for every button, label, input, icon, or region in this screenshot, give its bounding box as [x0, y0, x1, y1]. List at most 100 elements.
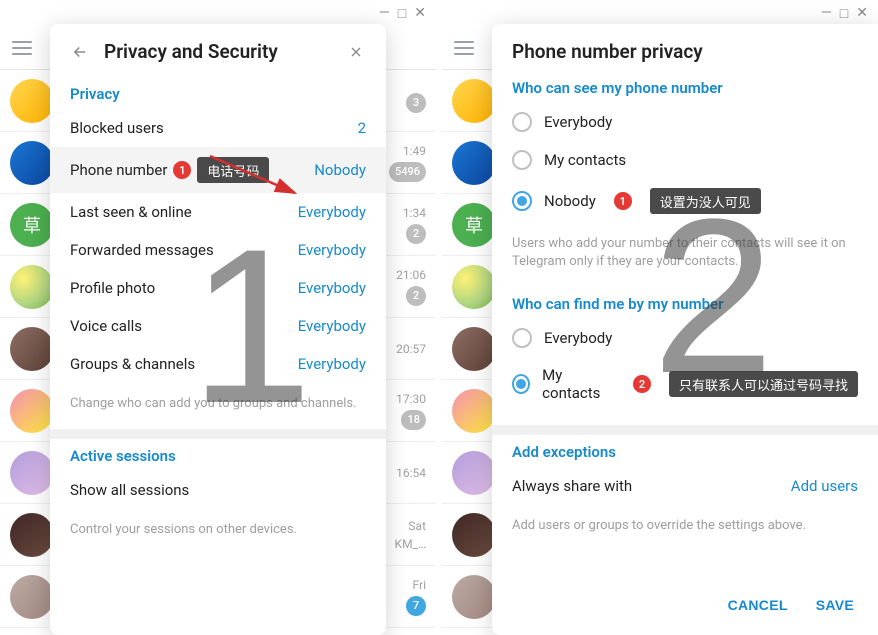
unread-badge: 7: [406, 596, 426, 616]
privacy-detail-sheet: Phone number privacy Who can see my phon…: [492, 24, 878, 635]
item-value: Everybody: [298, 279, 366, 297]
radio-icon: [512, 328, 532, 348]
item-label: Show all sessions: [70, 481, 189, 499]
close-icon[interactable]: [346, 42, 366, 62]
avatar: [10, 79, 54, 123]
close-window-icon[interactable]: ✕: [856, 5, 868, 21]
question-find-number: Who can find me by my number: [492, 287, 878, 319]
item-show-sessions[interactable]: Show all sessions: [50, 471, 386, 509]
annotation-label: 电话号码: [197, 157, 269, 183]
sheet-title: Privacy and Security: [104, 40, 332, 63]
radio-label: Everybody: [544, 329, 612, 347]
chat-time: 16:54: [396, 466, 426, 480]
unread-badge: 3: [406, 93, 426, 113]
section-privacy: Privacy: [50, 77, 386, 109]
annotation-badge: 1: [173, 161, 191, 179]
item-label: Profile photo: [70, 279, 155, 297]
avatar: [452, 327, 496, 371]
chat-time: 1:34: [403, 206, 426, 220]
radio-my-contacts[interactable]: My contacts: [492, 141, 878, 179]
chat-time: 17:30: [396, 392, 426, 406]
minimize-icon[interactable]: —: [821, 5, 832, 21]
question-see-number: Who can see my phone number: [492, 71, 878, 103]
unread-badge: 18: [401, 410, 426, 430]
close-window-icon[interactable]: ✕: [414, 5, 426, 21]
chat-time: Fri: [413, 578, 426, 592]
chat-time: 1:49: [403, 144, 426, 158]
radio-icon: [512, 150, 532, 170]
item-profile-photo[interactable]: Profile photo Everybody: [50, 269, 386, 307]
annotation-label: 设置为没人可见: [650, 188, 761, 214]
avatar: [10, 389, 54, 433]
chat-time: 21:06: [396, 268, 426, 282]
exceptions-hint: Add users or groups to override the sett…: [492, 505, 878, 551]
item-label: Blocked users: [70, 119, 164, 137]
item-blocked-users[interactable]: Blocked users 2: [50, 109, 386, 147]
avatar: [452, 79, 496, 123]
avatar: [10, 575, 54, 619]
menu-icon[interactable]: [12, 41, 32, 55]
item-voice-calls[interactable]: Voice calls Everybody: [50, 307, 386, 345]
item-groups-channels[interactable]: Groups & channels Everybody: [50, 345, 386, 383]
maximize-icon[interactable]: □: [840, 5, 848, 22]
sessions-hint: Control your sessions on other devices.: [50, 509, 386, 555]
sheet-title: Phone number privacy: [512, 40, 858, 63]
item-last-seen[interactable]: Last seen & online Everybody: [50, 193, 386, 231]
see-hint: Users who add your number to their conta…: [492, 223, 878, 287]
radio-label: Nobody: [544, 192, 596, 210]
avatar: [452, 141, 496, 185]
avatar: [10, 327, 54, 371]
chat-time: Sat: [408, 519, 426, 533]
avatar: [452, 451, 496, 495]
section-exceptions: Add exceptions: [492, 435, 878, 467]
save-button[interactable]: SAVE: [816, 597, 854, 613]
annotation-badge: 1: [614, 192, 632, 210]
item-always-share[interactable]: Always share with Add users: [492, 467, 878, 505]
avatar: [452, 265, 496, 309]
privacy-hint: Change who can add you to groups and cha…: [50, 383, 386, 429]
item-value: Everybody: [298, 317, 366, 335]
item-value: Everybody: [298, 203, 366, 221]
avatar: [10, 265, 54, 309]
avatar: [452, 575, 496, 619]
avatar: 草: [10, 203, 54, 247]
avatar: [10, 141, 54, 185]
unread-badge: 5496: [389, 162, 426, 182]
section-sessions: Active sessions: [50, 439, 386, 471]
unread-badge: 2: [406, 286, 426, 306]
radio-find-contacts[interactable]: My contacts 2 只有联系人可以通过号码寻找: [492, 357, 878, 411]
item-label: Phone number: [70, 161, 167, 179]
item-value: Nobody: [314, 161, 366, 179]
maximize-icon[interactable]: □: [398, 5, 406, 22]
unread-badge: 2: [406, 224, 426, 244]
radio-label: Everybody: [544, 113, 612, 131]
avatar: 草: [452, 203, 496, 247]
menu-icon[interactable]: [454, 41, 474, 55]
avatar: [452, 389, 496, 433]
settings-sheet: Privacy and Security Privacy Blocked use…: [50, 24, 386, 635]
item-label: Voice calls: [70, 317, 142, 335]
item-value: 2: [358, 119, 366, 137]
radio-label: My contacts: [542, 366, 615, 402]
item-forwarded[interactable]: Forwarded messages Everybody: [50, 231, 386, 269]
radio-label: My contacts: [544, 151, 626, 169]
item-phone-number[interactable]: Phone number 1 电话号码 Nobody: [50, 147, 386, 193]
avatar: [10, 451, 54, 495]
back-icon[interactable]: [70, 42, 90, 62]
radio-everybody[interactable]: Everybody: [492, 103, 878, 141]
minimize-icon[interactable]: —: [379, 5, 390, 21]
radio-nobody[interactable]: Nobody 1 设置为没人可见: [492, 179, 878, 223]
chat-subtitle: KM_…: [395, 537, 426, 551]
avatar: [10, 513, 54, 557]
window-controls: — □ ✕: [442, 0, 878, 26]
divider: [492, 425, 878, 435]
add-users-link[interactable]: Add users: [791, 477, 858, 495]
radio-icon: [512, 112, 532, 132]
cancel-button[interactable]: CANCEL: [728, 597, 788, 613]
avatar: [452, 513, 496, 557]
item-label: Always share with: [512, 477, 632, 495]
radio-find-everybody[interactable]: Everybody: [492, 319, 878, 357]
annotation-badge: 2: [633, 375, 651, 393]
window-controls: — □ ✕: [0, 0, 436, 26]
item-label: Forwarded messages: [70, 241, 214, 259]
